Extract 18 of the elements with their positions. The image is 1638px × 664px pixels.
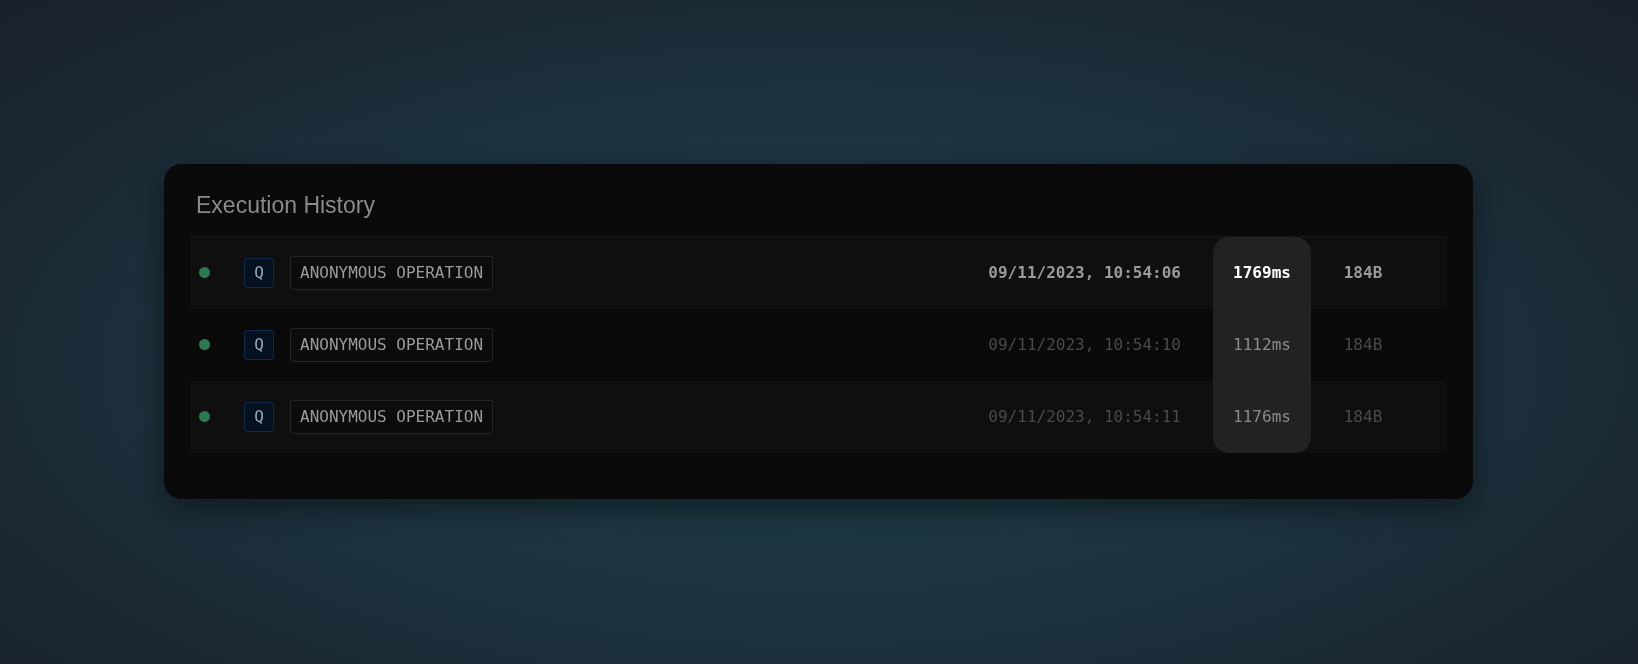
timestamp: 09/11/2023, 10:54:11 [988,405,1181,428]
timestamp: 09/11/2023, 10:54:06 [988,261,1181,284]
timestamp: 09/11/2023, 10:54:10 [988,333,1181,356]
operation-tag: ANONYMOUS OPERATION [290,327,494,362]
duration-cell: 1112ms [1213,308,1311,381]
duration-cell: 1769ms [1213,236,1311,309]
operation-tag: ANONYMOUS OPERATION [290,399,494,434]
panel-title: Execution History [196,192,376,220]
size-text: 184B [1342,333,1384,356]
duration-cell: 1176ms [1213,380,1311,453]
type-tag: Q [244,257,274,288]
size-text: 184B [1342,405,1384,428]
size-text: 184B [1342,261,1384,284]
history-row[interactable]: Q ANONYMOUS OPERATION 09/11/2023, 10:54:06 1769ms 184B [190,236,1447,309]
type-tag: Q [244,329,274,360]
operation-tag: ANONYMOUS OPERATION [290,255,494,290]
history-row[interactable]: Q ANONYMOUS OPERATION 09/11/2023, 10:54:11 1176ms 184B [190,380,1447,453]
type-tag: Q [244,401,274,432]
